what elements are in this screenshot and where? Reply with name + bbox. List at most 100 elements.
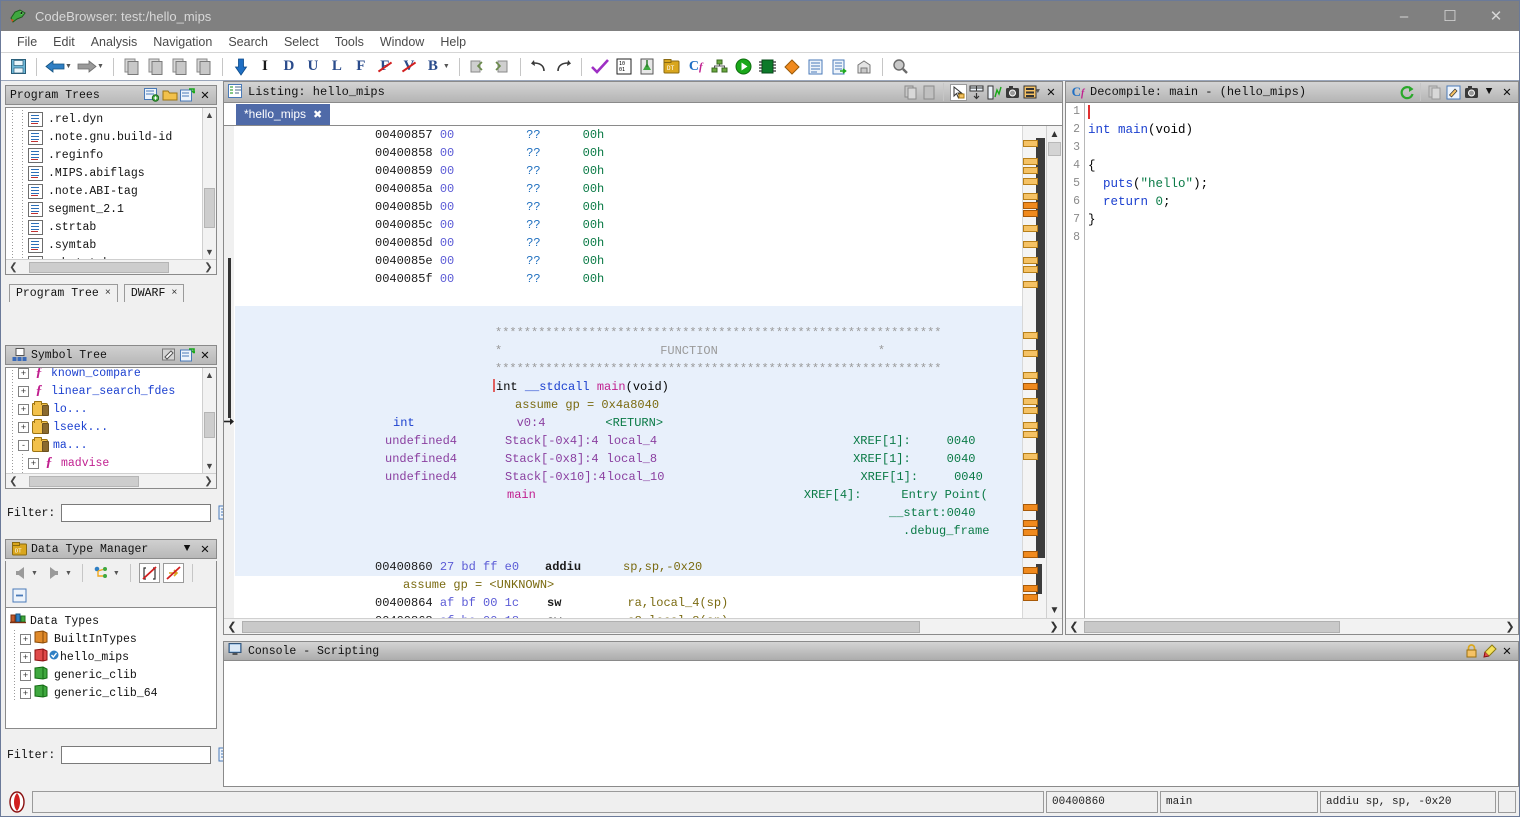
menu-dropdown-icon[interactable]: ▼	[1480, 86, 1498, 98]
auto-analyze-icon[interactable]	[589, 56, 611, 78]
decompiler-vscrollbar[interactable]	[1502, 103, 1518, 618]
tree-item[interactable]: + hello_mips	[8, 648, 214, 666]
decompile-icon[interactable]: Cf	[685, 56, 707, 78]
tree-item[interactable]: - ma...	[6, 436, 202, 454]
scroll-thumb[interactable]	[204, 188, 215, 228]
refresh-icon[interactable]	[1398, 84, 1415, 101]
symbol-tree-list[interactable]: + ƒ known_compare + ƒ linear_search_fdes…	[5, 367, 217, 489]
scroll-left-icon[interactable]: ❮	[224, 620, 240, 633]
scroll-left-icon[interactable]: ❮	[6, 476, 21, 487]
variable-row[interactable]: int v0:4 <RETURN>	[235, 414, 1022, 432]
bookmark-dropdown-icon[interactable]: ▼	[443, 63, 450, 70]
copy-special-icon[interactable]	[121, 56, 143, 78]
label-icon[interactable]: L	[326, 56, 348, 78]
multi-view-icon[interactable]	[986, 84, 1003, 101]
filter-tree-icon[interactable]	[91, 563, 113, 583]
variable-row[interactable]: undefined4 Stack[-0x8]:4 local_8 XREF[1]: 00…	[235, 450, 1022, 468]
symbol-tree-vscrollbar[interactable]: ▲ ▼	[202, 368, 216, 473]
scroll-up-icon[interactable]: ▲	[203, 108, 216, 122]
decompiler-line[interactable]: int main(void)	[1088, 121, 1502, 139]
tree-item[interactable]: + lseek...	[6, 418, 202, 436]
listing-row[interactable]: 0040085e 00?? 00h	[235, 252, 1022, 270]
decompiler-line[interactable]: {	[1088, 157, 1502, 175]
close-button[interactable]: ✕	[1473, 1, 1519, 31]
tab-close-icon[interactable]: ✖	[313, 108, 322, 121]
expander-icon[interactable]: +	[20, 687, 31, 699]
expander-icon[interactable]: +	[18, 421, 29, 433]
instruction-icon[interactable]: I	[254, 56, 276, 78]
bookmark-marker[interactable]	[1023, 202, 1038, 209]
decompiler-line[interactable]: puts("hello");	[1088, 175, 1502, 193]
scroll-left-icon[interactable]: ❮	[1066, 620, 1082, 633]
expander-icon[interactable]: +	[20, 651, 31, 663]
bookmark-marker[interactable]	[1023, 140, 1038, 147]
scroll-thumb[interactable]	[29, 475, 139, 487]
listing-marker-strip[interactable]	[1022, 126, 1046, 618]
forward-arrow-icon[interactable]	[76, 56, 98, 78]
bookmark-marker[interactable]	[1023, 266, 1038, 273]
tree-item[interactable]: .symtab	[6, 236, 202, 254]
tree-item[interactable]: + lo...	[6, 400, 202, 418]
symbol-tree-close-icon[interactable]: ✕	[196, 347, 214, 364]
tree-item-root[interactable]: Data Types	[8, 612, 214, 630]
back-dropdown-icon[interactable]: ▼	[31, 570, 38, 577]
tree-item[interactable]: + BuiltInTypes	[8, 630, 214, 648]
bookmark-marker[interactable]	[1023, 167, 1038, 174]
open-tree-icon[interactable]	[161, 87, 178, 104]
expander-icon[interactable]: +	[18, 385, 29, 397]
function-label-row[interactable]: main XREF[4]: Entry Point(	[235, 486, 1022, 504]
bookmark-marker[interactable]	[1023, 158, 1038, 165]
scroll-right-icon[interactable]: ❯	[201, 262, 216, 273]
console-output[interactable]	[223, 661, 1519, 787]
menu-tools[interactable]: Tools	[327, 33, 372, 51]
decompiler-line[interactable]	[1088, 103, 1502, 121]
forward-arrow-icon[interactable]	[43, 563, 65, 583]
expander-icon[interactable]: -	[18, 439, 29, 451]
tree-item[interactable]: .note.ABI-tag	[6, 182, 202, 200]
create-class-icon[interactable]	[179, 347, 196, 364]
program-trees-list[interactable]: .rel.dyn .note.gnu.build-id .reginfo .MI…	[5, 107, 217, 275]
redo-icon[interactable]	[552, 56, 574, 78]
diff-view-icon[interactable]	[968, 84, 985, 101]
scroll-thumb[interactable]	[1048, 142, 1061, 156]
bookmark-icon[interactable]: B	[422, 56, 444, 78]
snapshot-icon[interactable]	[1463, 84, 1480, 101]
listing-row[interactable]: 00400858 00?? 00h	[235, 144, 1022, 162]
next-diff-icon[interactable]	[169, 56, 191, 78]
symbol-tree-hscrollbar[interactable]: ❮ ❯	[6, 473, 216, 488]
scroll-thumb[interactable]	[29, 261, 169, 273]
console-close-icon[interactable]: ✕	[1498, 643, 1516, 660]
tree-item[interactable]: + ƒ linear_search_fdes	[6, 382, 202, 400]
scroll-left-icon[interactable]: ❮	[6, 262, 21, 273]
listing-row[interactable]: 0040085c 00?? 00h	[235, 216, 1022, 234]
decompiler-body[interactable]: 1 2 3 4 5 6 7 8 int main(void) { puts("h	[1065, 103, 1519, 635]
menu-analysis[interactable]: Analysis	[83, 33, 146, 51]
tab-dwarf[interactable]: DWARF ×	[123, 284, 185, 302]
minimize-button[interactable]: –	[1381, 1, 1427, 31]
bookmark-marker[interactable]	[1023, 594, 1038, 601]
paste-icon[interactable]	[921, 84, 938, 101]
edit-icon[interactable]	[1445, 84, 1462, 101]
back-dropdown-icon[interactable]: ▼	[65, 63, 72, 70]
back-arrow-icon[interactable]	[44, 56, 66, 78]
decompiler-line[interactable]	[1088, 229, 1502, 247]
rename-icon[interactable]	[161, 347, 178, 364]
listing-instruction-row[interactable]: 00400860 27 bd ff e0 addiu sp,sp,-0x20	[235, 558, 1022, 576]
program-trees-close-icon[interactable]: ✕	[196, 87, 214, 104]
data-icon[interactable]: D	[278, 56, 300, 78]
bookmark-marker[interactable]	[1023, 281, 1038, 288]
menu-window[interactable]: Window	[372, 33, 432, 51]
listing-row[interactable]: 0040085d 00?? 00h	[235, 234, 1022, 252]
go-to-next-icon[interactable]	[230, 56, 252, 78]
decompiler-close-icon[interactable]: ✕	[1498, 84, 1516, 101]
scroll-right-icon[interactable]: ❯	[201, 476, 216, 487]
undo-icon[interactable]	[528, 56, 550, 78]
tree-item[interactable]: .strtab	[6, 218, 202, 236]
menu-file[interactable]: File	[9, 33, 45, 51]
archive-icon[interactable]	[853, 56, 875, 78]
menu-select[interactable]: Select	[276, 33, 327, 51]
tree-item[interactable]: .MIPS.abiflags	[6, 164, 202, 182]
new-tree-icon[interactable]	[143, 87, 160, 104]
bookmark-marker[interactable]	[1023, 520, 1038, 527]
function-graph-icon[interactable]	[709, 56, 731, 78]
